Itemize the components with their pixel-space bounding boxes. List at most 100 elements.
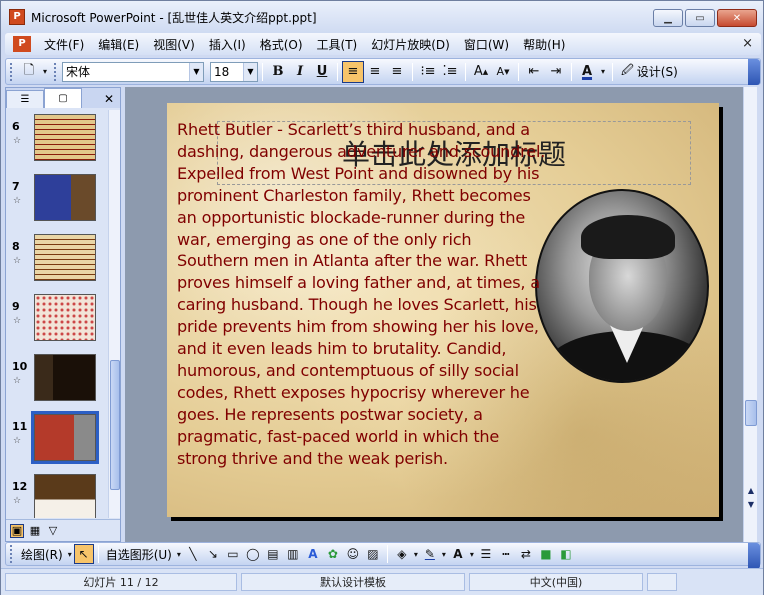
bullet-list-icon[interactable]: ⁚≡ [439, 61, 461, 83]
thumbnail-slide-10[interactable]: 10 ☆ [6, 354, 110, 414]
font-size-combo[interactable]: 18 ▼ [210, 61, 258, 82]
separator [412, 62, 413, 81]
thumbnail-slide-6[interactable]: 6 ☆ [6, 114, 110, 174]
line-icon[interactable]: ╲ [183, 544, 203, 564]
line-color-icon[interactable]: ✎ [420, 544, 440, 564]
slideshow-icon[interactable]: ▽ [46, 524, 60, 538]
toolbar-grip[interactable] [54, 62, 58, 81]
tab-outline[interactable]: ☰ [6, 90, 44, 108]
line-style-icon[interactable]: ☰ [476, 544, 496, 564]
tab-slides[interactable]: ▢ [44, 88, 82, 108]
menu-tools[interactable]: 工具(T) [310, 36, 365, 53]
fill-color-icon[interactable]: ◈ [392, 544, 412, 564]
view-buttons: ▣ ▦ ▽ [6, 519, 120, 541]
chevron-down-icon[interactable]: ▼ [189, 62, 203, 81]
select-objects-icon[interactable]: ↖ [73, 544, 94, 564]
bold-button[interactable]: B [267, 61, 289, 83]
shadow-icon[interactable]: ■ [536, 544, 556, 564]
wordart-icon[interactable]: A [303, 544, 323, 564]
new-slide-icon[interactable]: 🗋 [18, 61, 40, 83]
slide-sorter-icon[interactable]: ▦ [28, 524, 42, 538]
scrollbar-thumb[interactable] [110, 360, 120, 490]
chevron-down-icon[interactable]: ▼ [243, 62, 257, 81]
toolbar-grip[interactable] [10, 62, 14, 81]
thumbnail-slide-8[interactable]: 8 ☆ [6, 234, 110, 294]
menu-help[interactable]: 帮助(H) [516, 36, 572, 53]
thumbnail-slide-7[interactable]: 7 ☆ [6, 174, 110, 234]
textbox-icon[interactable]: ▤ [263, 544, 283, 564]
rhett-butler-portrait[interactable] [535, 189, 709, 383]
align-center-icon[interactable]: ≡ [364, 61, 386, 83]
increase-font-icon[interactable]: A ▲ [470, 61, 492, 83]
close-window-button[interactable]: ✕ [717, 9, 757, 27]
separator [518, 62, 519, 81]
slide-body-text[interactable]: Rhett Butler - Scarlett’s third husband,… [177, 119, 547, 470]
decrease-indent-icon[interactable]: ⇤ [523, 61, 545, 83]
transition-icon: ☆ [13, 376, 22, 386]
numbered-list-icon[interactable]: ⁝≡ [417, 61, 439, 83]
increase-indent-icon[interactable]: ⇥ [545, 61, 567, 83]
menu-insert[interactable]: 插入(I) [202, 36, 253, 53]
chevron-down-icon[interactable]: ▾ [66, 544, 74, 564]
menu-slideshow[interactable]: 幻灯片放映(D) [364, 36, 457, 53]
align-right-icon[interactable]: ≡ [386, 61, 408, 83]
dash-style-icon[interactable]: ┅ [496, 544, 516, 564]
draw-menu-button[interactable]: 绘图(R) [18, 546, 66, 563]
separator [571, 62, 572, 81]
decrease-font-icon[interactable]: A ▼ [492, 61, 514, 83]
vertical-textbox-icon[interactable]: ▥ [283, 544, 303, 564]
autoshapes-menu-button[interactable]: 自选图形(U) [103, 546, 175, 563]
normal-view-icon[interactable]: ▣ [10, 523, 24, 538]
chevron-down-icon[interactable]: ▾ [175, 544, 183, 564]
slide-canvas[interactable]: 单击此处添加标题 Rhett Butler - Scarlett’s third… [167, 103, 719, 517]
oval-icon[interactable]: ◯ [243, 544, 263, 564]
clipart-icon[interactable]: ☺ [343, 544, 363, 564]
chevron-down-icon[interactable]: ▾ [440, 544, 448, 564]
scrollbar-thumb[interactable] [745, 400, 757, 426]
thumbnail-slide-11[interactable]: 11 ☆ [6, 411, 110, 474]
chevron-down-icon[interactable]: ▾ [412, 544, 420, 564]
menu-edit[interactable]: 编辑(E) [91, 36, 146, 53]
toolbar-options-button[interactable] [748, 59, 760, 85]
font-color-icon[interactable]: A [576, 61, 598, 83]
maximize-button[interactable]: ▭ [685, 9, 715, 27]
picture-icon[interactable]: ▨ [363, 544, 383, 564]
thumbnail-slide-9[interactable]: 9 ☆ [6, 294, 110, 354]
chevron-down-icon[interactable]: ▾ [598, 61, 608, 83]
menu-view[interactable]: 视图(V) [146, 36, 202, 53]
status-bar: 幻灯片 11 / 12 默认设计模板 中文(中国) [1, 568, 763, 595]
separator [97, 545, 99, 563]
next-slide-icon[interactable]: ▼ [744, 497, 758, 511]
menu-window[interactable]: 窗口(W) [457, 36, 516, 53]
separator [465, 62, 466, 81]
dropdown-arrow-icon[interactable]: ▾ [40, 61, 50, 83]
italic-button[interactable]: I [289, 61, 311, 83]
minimize-button[interactable]: ▁ [653, 9, 683, 27]
arrow-icon[interactable]: ↘ [203, 544, 223, 564]
close-document-button[interactable]: × [742, 36, 753, 51]
transition-icon: ☆ [13, 136, 22, 146]
design-button[interactable]: 🖉 设计(S) [617, 61, 682, 82]
window-title: Microsoft PowerPoint - [乱世佳人英文介绍ppt.ppt] [31, 10, 317, 25]
thumbnail-slide-12[interactable]: 12 ☆ [6, 474, 110, 518]
slides-pane: ☰ ▢ ✕ 6 ☆ 7 ☆ 8 ☆ 9 ☆ 10 ☆ 11 ☆ 12 ☆ ▣ ▦… [5, 87, 121, 542]
toolbar-options-button[interactable] [748, 543, 760, 569]
editor-scrollbar[interactable]: ▲ ▼ [743, 87, 757, 542]
rectangle-icon[interactable]: ▭ [223, 544, 243, 564]
menu-file[interactable]: 文件(F) [37, 36, 91, 53]
toolbar-grip[interactable] [10, 545, 14, 563]
slides-pane-scrollbar[interactable] [108, 110, 120, 518]
document-icon[interactable]: P [13, 36, 31, 52]
align-left-icon[interactable]: ≡ [342, 60, 364, 83]
underline-button[interactable]: U [311, 61, 333, 83]
powerpoint-app-icon[interactable]: P [9, 9, 25, 25]
diagram-icon[interactable]: ✿ [323, 544, 343, 564]
arrow-style-icon[interactable]: ⇄ [516, 544, 536, 564]
menu-format[interactable]: 格式(O) [253, 36, 310, 53]
chevron-down-icon[interactable]: ▾ [468, 544, 476, 564]
3d-style-icon[interactable]: ◧ [556, 544, 576, 564]
previous-slide-icon[interactable]: ▲ [744, 483, 758, 497]
font-color-icon[interactable]: A [448, 544, 468, 564]
close-pane-icon[interactable]: ✕ [104, 90, 114, 108]
font-name-combo[interactable]: 宋体 ▼ [62, 61, 204, 82]
